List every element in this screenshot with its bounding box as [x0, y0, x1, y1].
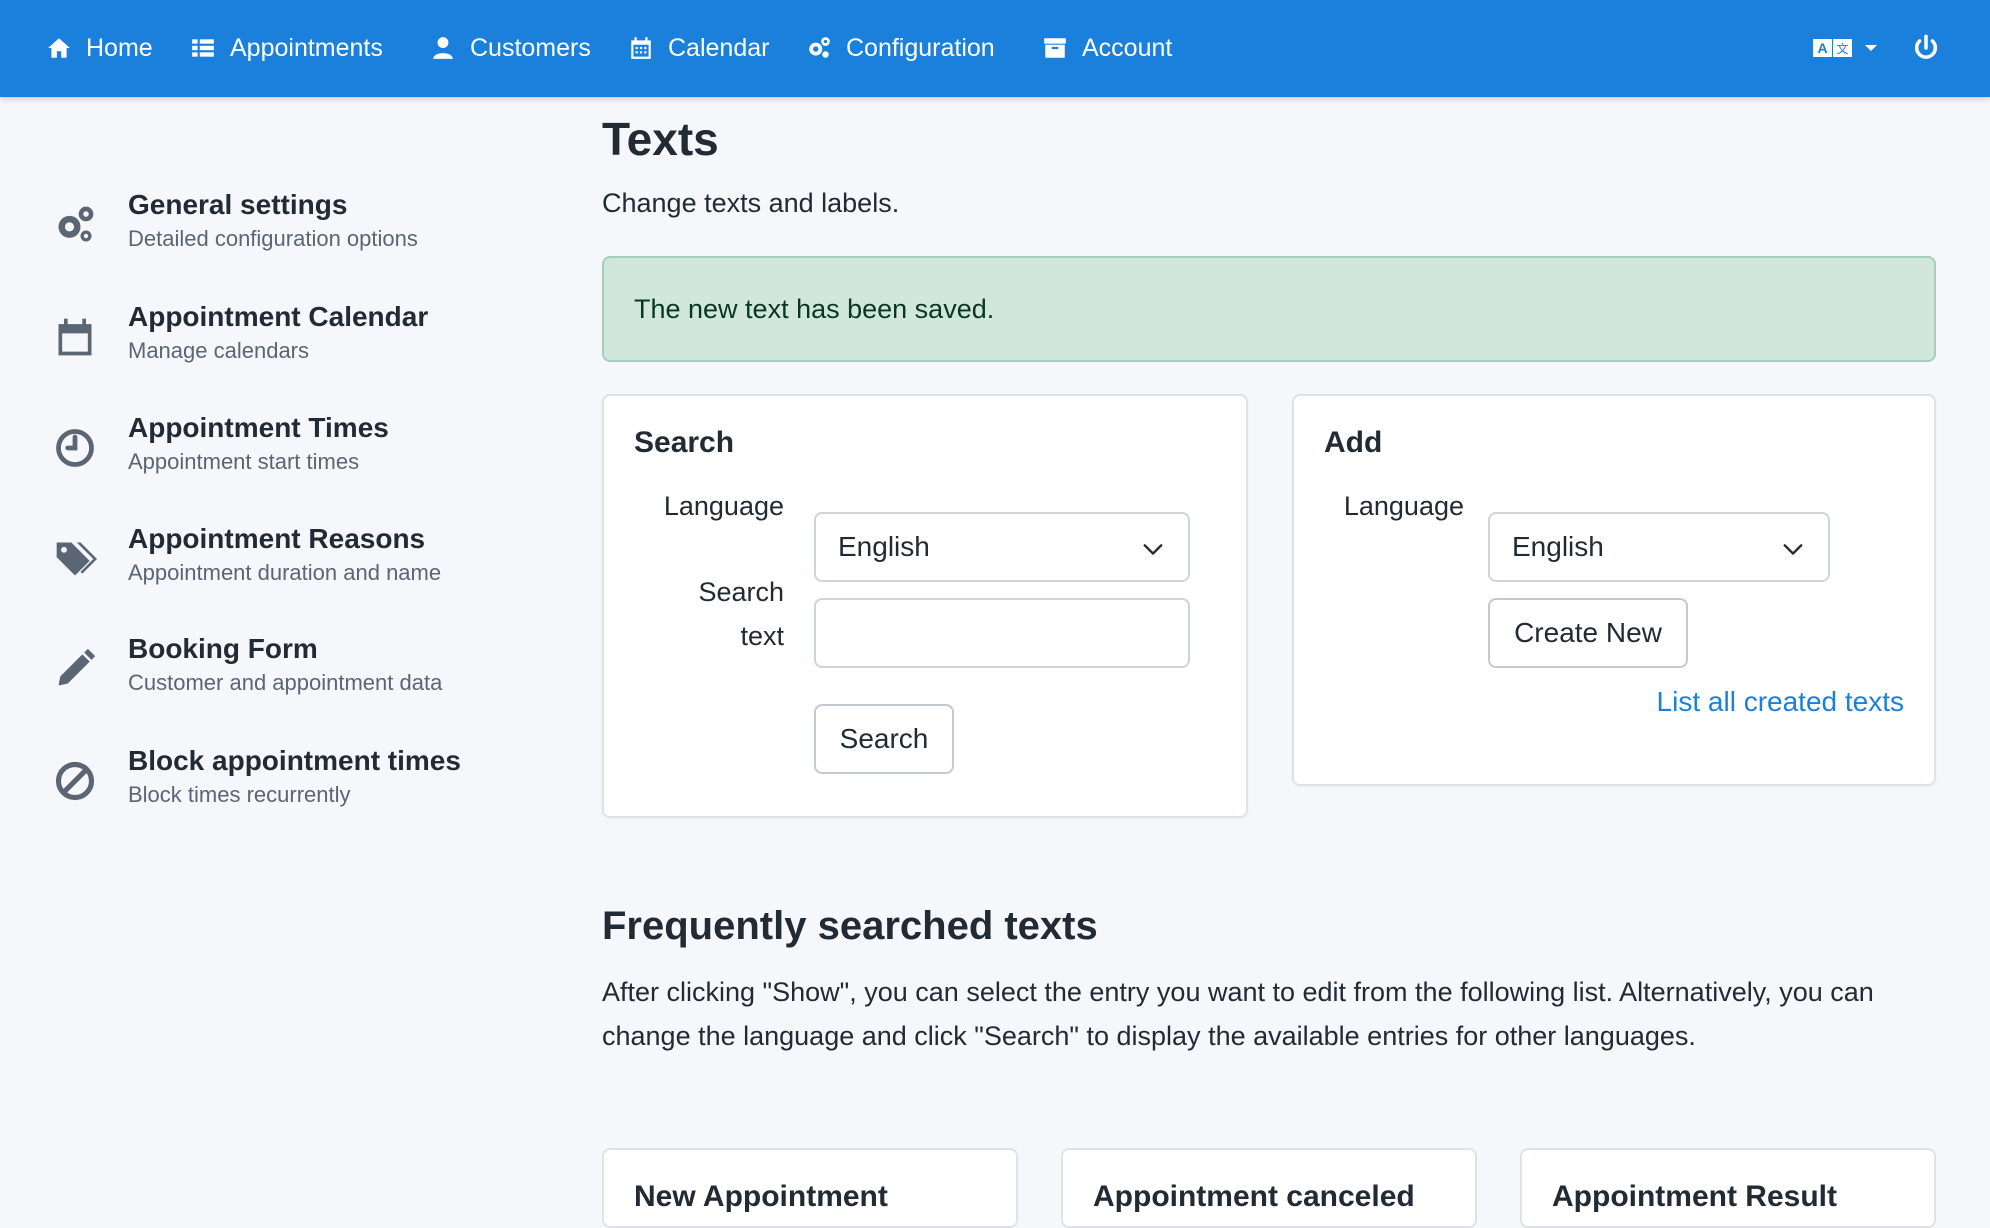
add-card-title: Add	[1324, 426, 1383, 459]
create-new-button-label: Create New	[1514, 617, 1662, 648]
chevron-down-icon	[1143, 544, 1163, 555]
gears-icon	[809, 37, 830, 58]
frequent-card-title: New Appointment	[634, 1180, 888, 1213]
sidebar-item-title: Block appointment times	[128, 745, 461, 776]
sidebar-item-appointment-reasons[interactable]: Appointment Reasons Appointment duration…	[52, 522, 552, 602]
calendar-icon	[631, 37, 651, 59]
chevron-down-icon	[1783, 544, 1803, 555]
sidebar-item-appointment-calendar[interactable]: Appointment Calendar Manage calendars	[52, 300, 552, 380]
frequent-card: Appointment canceled	[1061, 1148, 1477, 1228]
create-new-button[interactable]: Create New	[1488, 598, 1688, 668]
top-navbar: Home Appointments Customers Calendar Con…	[0, 0, 1990, 97]
page-title: Texts	[602, 113, 719, 165]
add-language-value: English	[1512, 531, 1604, 562]
frequent-card-title: Appointment Result	[1552, 1180, 1837, 1213]
tags-icon	[52, 536, 98, 582]
nav-customers-label: Customers	[470, 33, 591, 62]
search-language-label: Language	[663, 491, 784, 521]
search-button[interactable]: Search	[814, 704, 954, 774]
pencil-icon	[52, 646, 98, 692]
search-language-select[interactable]: English	[814, 512, 1190, 582]
nav-appointments-label: Appointments	[230, 33, 383, 62]
nav-home[interactable]: Home	[46, 30, 153, 66]
search-text-label: Search text	[634, 570, 784, 658]
sidebar-item-general-settings[interactable]: General settings Detailed configuration …	[52, 188, 552, 268]
language-icon: A 文	[1813, 39, 1852, 57]
sidebar-item-title: Appointment Reasons	[128, 523, 426, 554]
sidebar-item-subtitle: Detailed configuration options	[128, 226, 418, 251]
sidebar-item-appointment-times[interactable]: Appointment Times Appointment start time…	[52, 411, 552, 491]
list-all-texts-link[interactable]: List all created texts	[1657, 686, 1904, 718]
sidebar-item-subtitle: Manage calendars	[128, 338, 310, 363]
search-language-value: English	[838, 531, 930, 562]
ban-icon	[52, 758, 98, 804]
add-language-label: Language	[1343, 491, 1464, 521]
success-alert-text: The new text has been saved.	[634, 293, 995, 324]
frequent-section-description: After clicking "Show", you can select th…	[602, 977, 1874, 1051]
frequent-card: New Appointment	[602, 1148, 1018, 1228]
sidebar-item-subtitle: Appointment duration and name	[128, 560, 442, 585]
search-card-title: Search	[634, 426, 735, 459]
archive-icon	[1044, 38, 1066, 58]
search-button-label: Search	[839, 723, 929, 754]
sidebar-item-title: Appointment Calendar	[128, 301, 429, 332]
nav-calendar[interactable]: Calendar	[628, 30, 769, 66]
gears-icon	[52, 202, 98, 248]
nav-customers[interactable]: Customers	[430, 30, 591, 66]
nav-home-label: Home	[86, 33, 153, 62]
sidebar-item-booking-form[interactable]: Booking Form Customer and appointment da…	[52, 632, 552, 712]
search-text-input[interactable]	[814, 598, 1190, 668]
add-card: Add Language English Create New List all…	[1292, 394, 1936, 786]
sidebar-item-subtitle: Customer and appointment data	[128, 670, 443, 695]
page-description: Change texts and labels.	[602, 188, 900, 218]
search-card: Search Language English Search text Sear…	[602, 394, 1248, 818]
language-dropdown[interactable]: A 文	[1812, 30, 1878, 66]
add-language-select[interactable]: English	[1488, 512, 1830, 582]
frequent-section-title: Frequently searched texts	[602, 904, 1098, 948]
nav-configuration-label: Configuration	[846, 33, 995, 62]
search-text-label-line1: Search	[698, 577, 784, 607]
logout-button[interactable]	[1912, 30, 1940, 66]
sidebar-item-title: Appointment Times	[128, 412, 389, 443]
sidebar-item-block-appointment-times[interactable]: Block appointment times Block times recu…	[52, 744, 552, 824]
success-alert: The new text has been saved.	[602, 256, 1936, 362]
caret-down-icon	[1865, 45, 1877, 51]
sidebar-item-title: Booking Form	[128, 633, 318, 664]
power-icon	[1914, 34, 1938, 59]
nav-configuration[interactable]: Configuration	[806, 30, 995, 66]
search-text-label-line2: text	[740, 621, 784, 651]
svg-text:A: A	[1817, 40, 1827, 56]
frequent-card: Appointment Result	[1520, 1148, 1936, 1228]
sidebar-item-subtitle: Block times recurrently	[128, 782, 351, 807]
frequent-card-title: Appointment canceled	[1093, 1180, 1415, 1213]
nav-account[interactable]: Account	[1042, 30, 1172, 66]
sidebar-item-subtitle: Appointment start times	[128, 449, 360, 474]
nav-account-label: Account	[1082, 33, 1173, 62]
nav-calendar-label: Calendar	[668, 33, 770, 62]
calendar-icon	[52, 314, 98, 360]
sidebar-item-title: General settings	[128, 189, 348, 220]
user-icon	[433, 37, 453, 59]
home-icon	[48, 38, 70, 58]
svg-text:文: 文	[1836, 41, 1848, 56]
nav-appointments[interactable]: Appointments	[190, 30, 383, 66]
clock-icon	[52, 425, 98, 471]
list-icon	[192, 39, 214, 57]
